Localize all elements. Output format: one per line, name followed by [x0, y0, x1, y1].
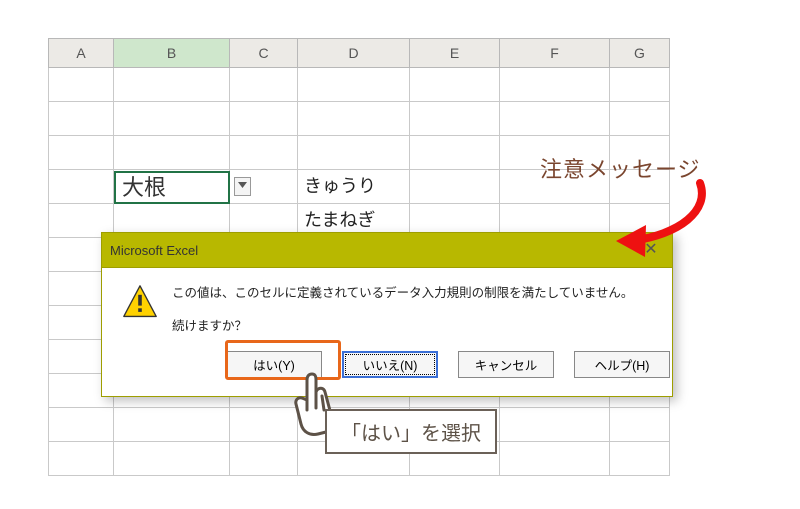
cell[interactable] [610, 408, 670, 442]
warning-icon [122, 284, 158, 320]
cell[interactable] [500, 442, 610, 476]
cell[interactable] [48, 442, 114, 476]
dialog-title: Microsoft Excel [110, 243, 198, 258]
cell[interactable] [410, 170, 500, 204]
screenshot-stage: A B C D E F G きゅうり たまねぎ 大根 [0, 0, 800, 509]
col-header-f[interactable]: F [500, 38, 610, 68]
cell[interactable] [48, 170, 114, 204]
cell[interactable] [114, 102, 230, 136]
col-header-c[interactable]: C [230, 38, 298, 68]
cell[interactable] [114, 136, 230, 170]
cell[interactable] [500, 102, 610, 136]
annotation-choose-yes: 「はい」を選択 [325, 409, 497, 454]
cell[interactable] [48, 408, 114, 442]
cell[interactable] [410, 68, 500, 102]
cell[interactable] [298, 68, 410, 102]
cancel-button[interactable]: キャンセル [458, 351, 554, 378]
cell[interactable] [48, 102, 114, 136]
dialog-buttons: はい(Y) いいえ(N) キャンセル ヘルプ(H) [102, 345, 672, 396]
cell[interactable] [114, 68, 230, 102]
dialog-titlebar[interactable]: Microsoft Excel ✕ [102, 233, 672, 268]
col-header-a[interactable]: A [48, 38, 114, 68]
cell[interactable] [230, 408, 298, 442]
cell[interactable] [610, 68, 670, 102]
no-button[interactable]: いいえ(N) [342, 351, 438, 378]
yes-button[interactable]: はい(Y) [226, 351, 322, 378]
annotation-warning-label: 注意メッセージ [540, 152, 701, 184]
active-cell-b4[interactable]: 大根 [114, 171, 230, 204]
cell[interactable] [410, 102, 500, 136]
chevron-down-icon [238, 182, 247, 188]
col-header-b[interactable]: B [114, 38, 230, 68]
cell[interactable] [48, 136, 114, 170]
cell[interactable] [230, 136, 298, 170]
cell[interactable] [298, 102, 410, 136]
cell[interactable] [610, 102, 670, 136]
column-headers: A B C D E F G [48, 38, 670, 68]
dropdown-button[interactable] [234, 177, 251, 196]
cell[interactable] [230, 442, 298, 476]
col-header-d[interactable]: D [298, 38, 410, 68]
dialog-message: この値は、このセルに定義されているデータ入力規則の制限を満たしていません。 [172, 282, 633, 305]
cell[interactable] [114, 442, 230, 476]
col-header-e[interactable]: E [410, 38, 500, 68]
cell[interactable] [410, 136, 500, 170]
dialog-prompt: 続けますか？ [172, 315, 633, 338]
cell[interactable] [114, 408, 230, 442]
close-button[interactable]: ✕ [636, 239, 666, 261]
cell[interactable] [48, 68, 114, 102]
cell[interactable] [500, 408, 610, 442]
cell[interactable] [230, 68, 298, 102]
cell[interactable] [500, 68, 610, 102]
cell[interactable] [298, 136, 410, 170]
cell[interactable] [610, 442, 670, 476]
dialog-text: この値は、このセルに定義されているデータ入力規則の制限を満たしていません。 続け… [172, 282, 633, 337]
warning-dialog: Microsoft Excel ✕ この値は、このセルに定義されているデータ入力… [101, 232, 673, 397]
help-button[interactable]: ヘルプ(H) [574, 351, 670, 378]
cell-d4[interactable]: きゅうり [298, 170, 410, 204]
cell[interactable] [230, 102, 298, 136]
col-header-g[interactable]: G [610, 38, 670, 68]
